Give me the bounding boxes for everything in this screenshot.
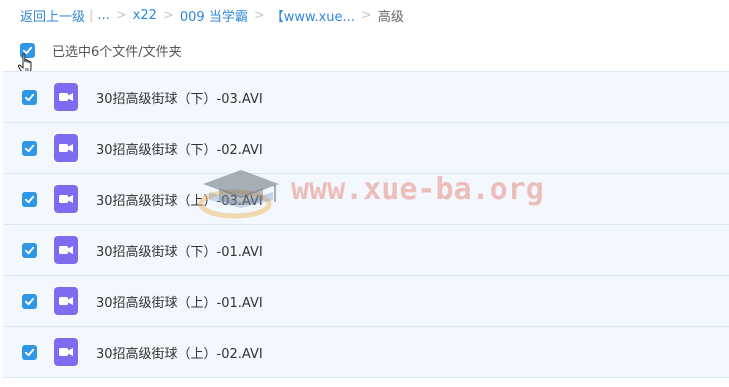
video-file-icon [54, 287, 78, 315]
chevron-right-icon: > [253, 7, 265, 23]
check-icon [24, 93, 35, 101]
file-name[interactable]: 30招高级街球（上）-01.AVI [96, 292, 263, 311]
select-all-bar: 已选中6个文件/文件夹 [20, 39, 182, 61]
check-icon [24, 348, 35, 356]
video-file-icon [54, 134, 78, 162]
chevron-right-icon: > [162, 7, 174, 23]
breadcrumb-item-009[interactable]: 009 当学霸 [180, 6, 248, 25]
file-row[interactable]: 30招高级街球（下）-02.AVI [3, 122, 729, 173]
check-icon [24, 195, 35, 203]
breadcrumb-divider: | [89, 7, 94, 23]
breadcrumb-item-www[interactable]: 【www.xue... [271, 6, 355, 25]
file-list: 30招高级街球（下）-03.AVI 30招高级街球（下）-02.AVI 30招高… [3, 71, 729, 378]
breadcrumb: 返回上一级 | ... > x22 > 009 当学霸 > 【www.xue..… [20, 4, 404, 26]
file-checkbox[interactable] [22, 344, 37, 360]
file-checkbox[interactable] [22, 191, 37, 207]
file-row[interactable]: 30招高级街球（上）-01.AVI [3, 275, 729, 326]
video-file-icon [54, 83, 78, 111]
file-name[interactable]: 30招高级街球（下）-03.AVI [96, 88, 263, 107]
video-file-icon [54, 185, 78, 213]
file-name[interactable]: 30招高级街球（下）-01.AVI [96, 241, 263, 260]
chevron-right-icon: > [115, 7, 127, 23]
selection-count-label: 已选中6个文件/文件夹 [52, 44, 182, 60]
file-name[interactable]: 30招高级街球（上）-02.AVI [96, 343, 263, 362]
breadcrumb-item-x22[interactable]: x22 [133, 8, 157, 23]
video-file-icon [54, 338, 78, 366]
check-icon [24, 144, 35, 152]
file-row[interactable]: 30招高级街球（下）-01.AVI [3, 224, 729, 275]
check-icon [24, 297, 35, 305]
file-checkbox[interactable] [22, 89, 37, 105]
file-row[interactable]: 30招高级街球（上）-03.AVI [3, 173, 729, 224]
file-checkbox[interactable] [22, 140, 37, 156]
file-name[interactable]: 30招高级街球（下）-02.AVI [96, 139, 263, 158]
file-checkbox[interactable] [22, 242, 37, 258]
file-checkbox[interactable] [22, 293, 37, 309]
breadcrumb-current: 高级 [377, 9, 404, 25]
check-icon [24, 246, 35, 254]
video-file-icon [54, 236, 78, 264]
back-link[interactable]: 返回上一级 [20, 6, 85, 25]
breadcrumb-ellipsis[interactable]: ... [97, 8, 109, 23]
chevron-right-icon: > [360, 7, 372, 23]
file-name[interactable]: 30招高级街球（上）-03.AVI [96, 190, 263, 209]
file-row[interactable]: 30招高级街球（上）-02.AVI [3, 326, 729, 378]
file-row[interactable]: 30招高级街球（下）-03.AVI [3, 71, 729, 122]
